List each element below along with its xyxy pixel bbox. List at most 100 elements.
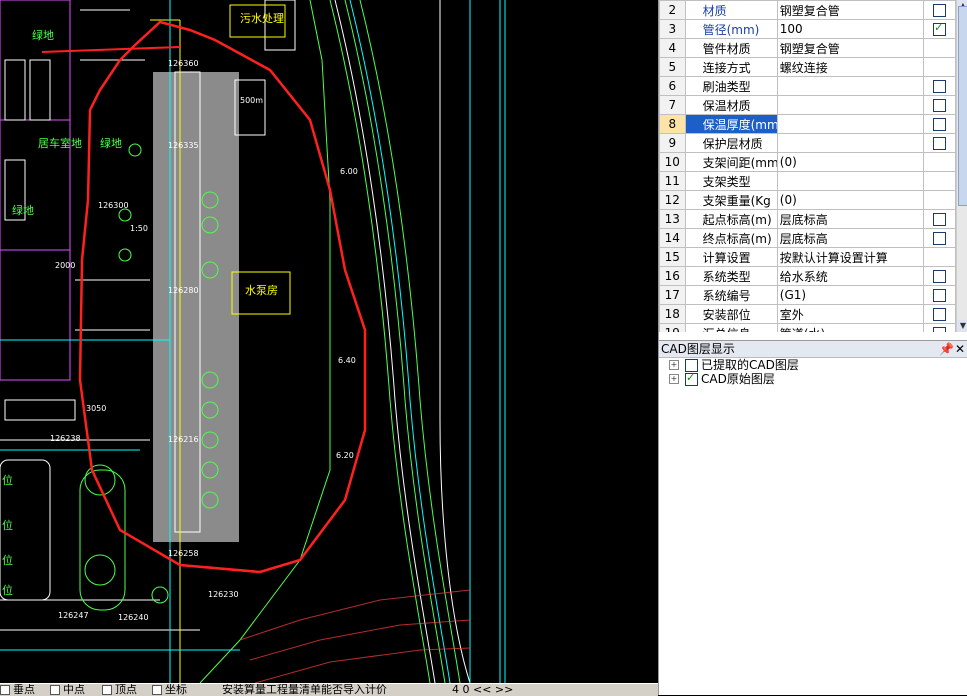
property-name[interactable]: 保温厚度(mm <box>684 114 778 134</box>
property-name[interactable]: 连接方式 <box>684 57 778 77</box>
property-value[interactable]: (0) <box>776 152 925 172</box>
pin-icon[interactable]: 📌 <box>939 341 954 357</box>
property-check-cell[interactable] <box>923 0 956 20</box>
property-name[interactable]: 支架类型 <box>684 171 778 191</box>
property-value[interactable]: (G1) <box>776 285 925 305</box>
snap-coordinate[interactable]: 坐标 <box>152 684 187 696</box>
property-name[interactable]: 计算设置 <box>684 247 778 267</box>
property-row[interactable]: 6 刷油类型 <box>659 76 956 96</box>
property-check-cell[interactable] <box>923 57 956 77</box>
property-name[interactable]: 保温材质 <box>684 95 778 115</box>
expand-icon[interactable]: + <box>669 360 679 370</box>
property-row[interactable]: 14 终点标高(m) 层底标高 <box>659 228 956 248</box>
property-row[interactable]: 18 安装部位 室外 <box>659 304 956 324</box>
property-check-cell[interactable] <box>923 228 956 248</box>
cad-canvas[interactable]: 污水处理 水泵房 绿地 绿地 绿地 居车室地 位 位 位 位 126360 12… <box>0 0 658 683</box>
property-value[interactable] <box>776 133 925 153</box>
property-value[interactable]: 给水系统 <box>776 266 925 286</box>
property-row[interactable]: 9 保护层材质 <box>659 133 956 153</box>
property-check-cell[interactable] <box>923 19 956 39</box>
property-check-cell[interactable] <box>923 76 956 96</box>
property-value[interactable] <box>776 114 925 134</box>
property-row[interactable]: 10 支架间距(mm (0) <box>659 152 956 172</box>
property-name[interactable]: 系统类型 <box>684 266 778 286</box>
snap-perpendicular[interactable]: 垂点 <box>0 684 35 696</box>
checkbox-icon[interactable] <box>933 137 947 150</box>
property-name[interactable]: 系统编号 <box>684 285 778 305</box>
dim-mark: 3050 <box>86 404 107 413</box>
scroll-down-icon[interactable]: ▼ <box>957 320 967 332</box>
property-check-cell[interactable] <box>923 247 956 267</box>
property-name[interactable]: 支架重量(Kg <box>684 190 778 210</box>
property-name[interactable]: 管径(mm) <box>684 19 778 39</box>
checkbox-icon[interactable] <box>933 289 947 302</box>
layer-tree-item[interactable]: + CAD原始图层 <box>669 371 775 386</box>
property-row[interactable]: 2 材质 钢塑复合管 <box>659 0 956 20</box>
property-row[interactable]: 7 保温材质 <box>659 95 956 115</box>
close-icon[interactable]: ✕ <box>955 341 965 357</box>
property-value[interactable] <box>776 76 925 96</box>
checkbox-icon[interactable] <box>933 270 947 283</box>
status-nav[interactable]: 4 0 << >> <box>452 684 513 696</box>
property-row[interactable]: 11 支架类型 <box>659 171 956 191</box>
property-check-cell[interactable] <box>923 152 956 172</box>
checkbox-icon[interactable] <box>933 99 947 112</box>
property-row[interactable]: 4 管件材质 钢塑复合管 <box>659 38 956 58</box>
property-row[interactable]: 15 计算设置 按默认计算设置计算 <box>659 247 956 267</box>
checkbox-icon[interactable] <box>933 4 947 17</box>
property-name[interactable]: 保护层材质 <box>684 133 778 153</box>
property-name[interactable]: 安装部位 <box>684 304 778 324</box>
property-row[interactable]: 17 系统编号 (G1) <box>659 285 956 305</box>
property-check-cell[interactable] <box>923 171 956 191</box>
property-check-cell[interactable] <box>923 133 956 153</box>
property-row[interactable]: 8 保温厚度(mm <box>659 114 956 134</box>
property-value[interactable]: 钢塑复合管 <box>776 38 925 58</box>
property-row[interactable]: 12 支架重量(Kg (0) <box>659 190 956 210</box>
checkbox-icon[interactable] <box>933 80 947 93</box>
property-value[interactable]: (0) <box>776 190 925 210</box>
property-value[interactable]: 层底标高 <box>776 209 925 229</box>
snap-midpoint[interactable]: 中点 <box>50 684 85 696</box>
property-name[interactable]: 汇总信息 <box>684 323 778 332</box>
property-value[interactable]: 钢塑复合管 <box>776 0 925 20</box>
property-row[interactable]: 19汇总信息管道(水) <box>659 323 956 332</box>
property-value[interactable] <box>776 95 925 115</box>
property-check-cell[interactable] <box>923 266 956 286</box>
expand-icon[interactable]: + <box>669 374 679 384</box>
property-name[interactable]: 管件材质 <box>684 38 778 58</box>
property-check-cell[interactable] <box>923 114 956 134</box>
property-row[interactable]: 13 起点标高(m) 层底标高 <box>659 209 956 229</box>
snap-vertex[interactable]: 顶点 <box>102 684 137 696</box>
property-check-cell[interactable] <box>923 285 956 305</box>
checkbox-icon[interactable] <box>933 21 947 36</box>
property-name[interactable]: 终点标高(m) <box>684 228 778 248</box>
checkbox-icon[interactable] <box>933 327 947 332</box>
property-name[interactable]: 材质 <box>684 0 778 20</box>
property-value[interactable] <box>776 171 925 191</box>
property-check-cell[interactable] <box>923 190 956 210</box>
checkbox-icon[interactable] <box>933 232 947 245</box>
property-check-cell[interactable] <box>923 304 956 324</box>
property-check-cell[interactable] <box>923 95 956 115</box>
property-value[interactable]: 层底标高 <box>776 228 925 248</box>
scroll-thumb[interactable] <box>958 6 967 206</box>
property-check-cell[interactable] <box>923 323 956 332</box>
checkbox-icon[interactable] <box>933 308 947 321</box>
property-row[interactable]: 16 系统类型 给水系统 <box>659 266 956 286</box>
property-scrollbar[interactable]: ▲ ▼ <box>956 0 967 332</box>
property-value[interactable]: 管道(水) <box>776 323 925 332</box>
property-value[interactable]: 螺纹连接 <box>776 57 925 77</box>
checkbox-icon[interactable] <box>933 118 947 131</box>
checkbox-icon[interactable] <box>933 213 947 226</box>
property-name[interactable]: 刷油类型 <box>684 76 778 96</box>
property-row[interactable]: 3 管径(mm) 100 <box>659 19 956 39</box>
property-name[interactable]: 支架间距(mm <box>684 152 778 172</box>
property-check-cell[interactable] <box>923 209 956 229</box>
property-name[interactable]: 起点标高(m) <box>684 209 778 229</box>
property-value[interactable]: 按默认计算设置计算 <box>776 247 925 267</box>
layer-checkbox[interactable] <box>685 371 698 386</box>
property-value[interactable]: 室外 <box>776 304 925 324</box>
property-check-cell[interactable] <box>923 38 956 58</box>
property-row[interactable]: 5 连接方式 螺纹连接 <box>659 57 956 77</box>
property-value[interactable]: 100 <box>776 19 925 39</box>
